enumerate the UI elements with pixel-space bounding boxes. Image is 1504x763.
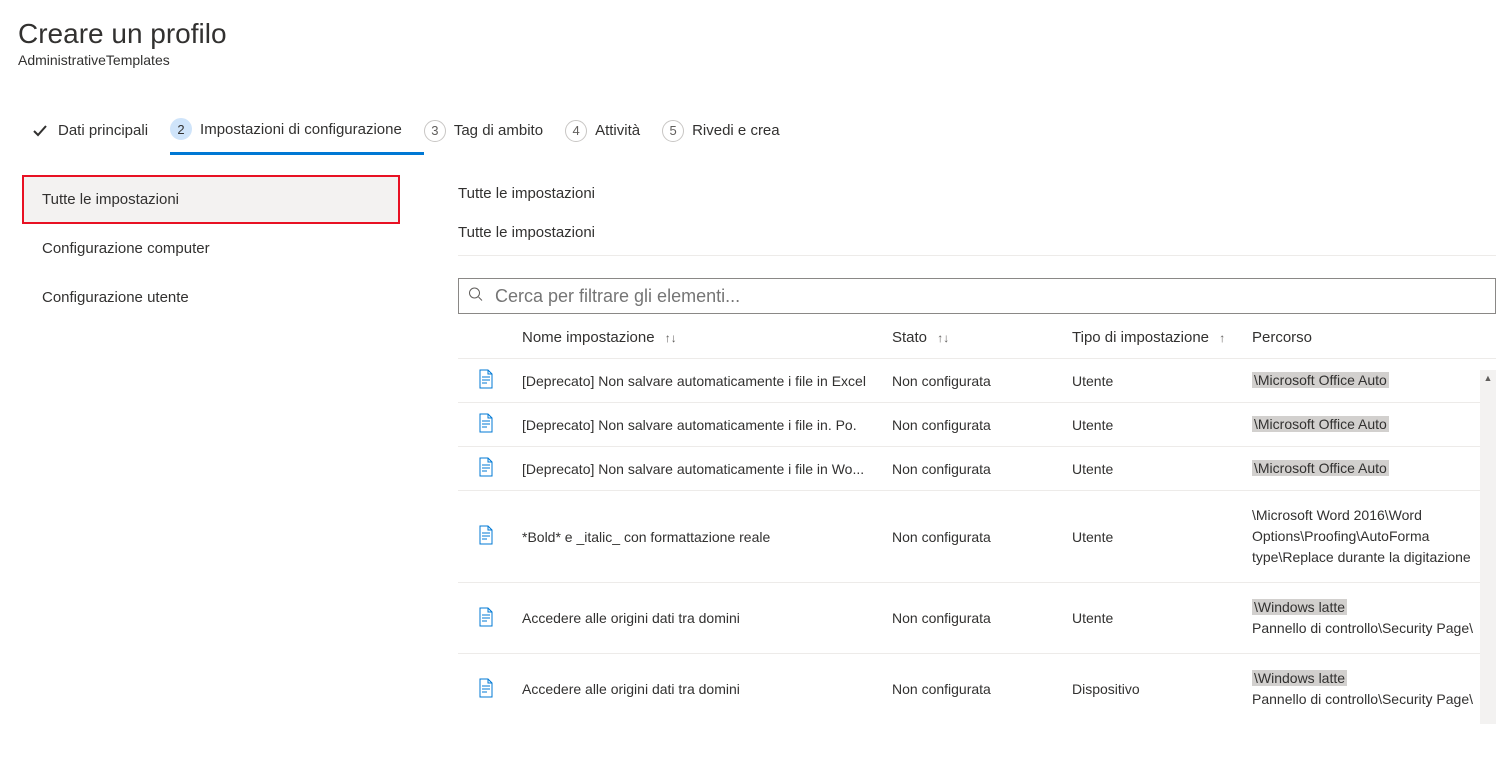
wizard-steps: Dati principali 2 Impostazioni di configur… — [0, 68, 1504, 155]
setting-path-cell: \Microsoft Office Auto — [1244, 359, 1496, 403]
sort-icon: ↑↓ — [937, 331, 949, 345]
page-subtitle: AdministrativeTemplates — [18, 52, 1504, 68]
setting-name-cell: [Deprecato] Non salvare automaticamente … — [514, 359, 884, 403]
search-icon — [468, 287, 484, 306]
wizard-step-4[interactable]: 5 Rivedi e crea — [662, 120, 802, 154]
setting-path-cell: \Microsoft Word 2016\Word Options\Proofi… — [1244, 491, 1496, 583]
col-header-type[interactable]: Tipo di impostazione ↑ — [1064, 314, 1244, 359]
table-row[interactable]: Accedere alle origini dati tra dominiNon… — [458, 583, 1496, 654]
sort-icon: ↑↓ — [665, 331, 677, 345]
setting-type-cell: Utente — [1064, 403, 1244, 447]
wizard-step-1[interactable]: 2 Impostazioni di configurazione — [170, 118, 424, 155]
table-row[interactable]: [Deprecato] Non salvare automaticamente … — [458, 359, 1496, 403]
table-row[interactable]: *Bold* e _italic_ con formattazione real… — [458, 491, 1496, 583]
setting-name-cell: Accedere alle origini dati tra domini — [514, 654, 884, 725]
setting-type-cell: Utente — [1064, 447, 1244, 491]
setting-path-cell: \Microsoft Office Auto — [1244, 403, 1496, 447]
setting-state-cell: Non configurata — [884, 491, 1064, 583]
step-number-icon: 2 — [170, 118, 192, 140]
table-row[interactable]: [Deprecato] Non salvare automaticamente … — [458, 447, 1496, 491]
setting-state-cell: Non configurata — [884, 654, 1064, 725]
setting-type-cell: Utente — [1064, 359, 1244, 403]
step-number-icon: 3 — [424, 120, 446, 142]
setting-name-cell: [Deprecato] Non salvare automaticamente … — [514, 403, 884, 447]
setting-state-cell: Non configurata — [884, 403, 1064, 447]
col-header-path-label: Percorso — [1252, 329, 1312, 346]
setting-state-cell: Non configurata — [884, 583, 1064, 654]
col-header-state[interactable]: Stato ↑↓ — [884, 314, 1064, 359]
setting-name-cell: Accedere alle origini dati tra domini — [514, 583, 884, 654]
setting-state-cell: Non configurata — [884, 447, 1064, 491]
main-heading: Tutte le impostazioni — [458, 175, 1496, 216]
col-header-state-label: Stato — [892, 329, 927, 346]
setting-path-cell: \Windows lattePannello di controllo\Secu… — [1244, 654, 1496, 725]
search-input[interactable] — [458, 278, 1496, 314]
sidebar-item-1[interactable]: Configurazione computer — [22, 224, 400, 273]
sidebar-item-2[interactable]: Configurazione utente — [22, 273, 400, 322]
step-label: Dati principali — [58, 122, 148, 139]
settings-tree: Tutte le impostazioniConfigurazione comp… — [22, 175, 400, 724]
setting-name-cell: *Bold* e _italic_ con formattazione real… — [514, 491, 884, 583]
document-icon — [478, 369, 494, 389]
step-label: Tag di ambito — [454, 122, 543, 139]
step-number-icon: 5 — [662, 120, 684, 142]
sort-icon: ↑ — [1219, 331, 1225, 345]
step-label: Attività — [595, 122, 640, 139]
table-row[interactable]: [Deprecato] Non salvare automaticamente … — [458, 403, 1496, 447]
vertical-scrollbar[interactable]: ▲ — [1480, 370, 1496, 724]
check-icon — [30, 121, 50, 141]
col-header-path[interactable]: Percorso — [1244, 314, 1496, 359]
setting-type-cell: Dispositivo — [1064, 654, 1244, 725]
document-icon — [478, 457, 494, 477]
col-header-name[interactable]: Nome impostazione ↑↓ — [514, 314, 884, 359]
document-icon — [478, 607, 494, 627]
document-icon — [478, 678, 494, 698]
wizard-step-3[interactable]: 4 Attività — [565, 120, 662, 154]
document-icon — [478, 525, 494, 545]
table-row[interactable]: Accedere alle origini dati tra dominiNon… — [458, 654, 1496, 725]
step-label: Impostazioni di configurazione — [200, 121, 402, 138]
step-label: Rivedi e crea — [692, 122, 780, 139]
page-title: Creare un profilo — [18, 18, 1504, 50]
setting-name-cell: [Deprecato] Non salvare automaticamente … — [514, 447, 884, 491]
setting-state-cell: Non configurata — [884, 359, 1064, 403]
settings-table: Nome impostazione ↑↓ Stato ↑↓ Tipo di im… — [458, 314, 1496, 724]
col-header-type-label: Tipo di impostazione — [1072, 329, 1209, 346]
setting-type-cell: Utente — [1064, 491, 1244, 583]
sidebar-item-0[interactable]: Tutte le impostazioni — [22, 175, 400, 224]
wizard-step-2[interactable]: 3 Tag di ambito — [424, 120, 565, 154]
step-number-icon: 4 — [565, 120, 587, 142]
setting-type-cell: Utente — [1064, 583, 1244, 654]
scroll-up-arrow[interactable]: ▲ — [1480, 370, 1496, 386]
setting-path-cell: \Windows lattePannello di controllo\Secu… — [1244, 583, 1496, 654]
wizard-step-0[interactable]: Dati principali — [30, 121, 170, 153]
col-header-name-label: Nome impostazione — [522, 329, 655, 346]
main-breadcrumb: Tutte le impostazioni — [458, 216, 1496, 256]
document-icon — [478, 413, 494, 433]
setting-path-cell: \Microsoft Office Auto — [1244, 447, 1496, 491]
